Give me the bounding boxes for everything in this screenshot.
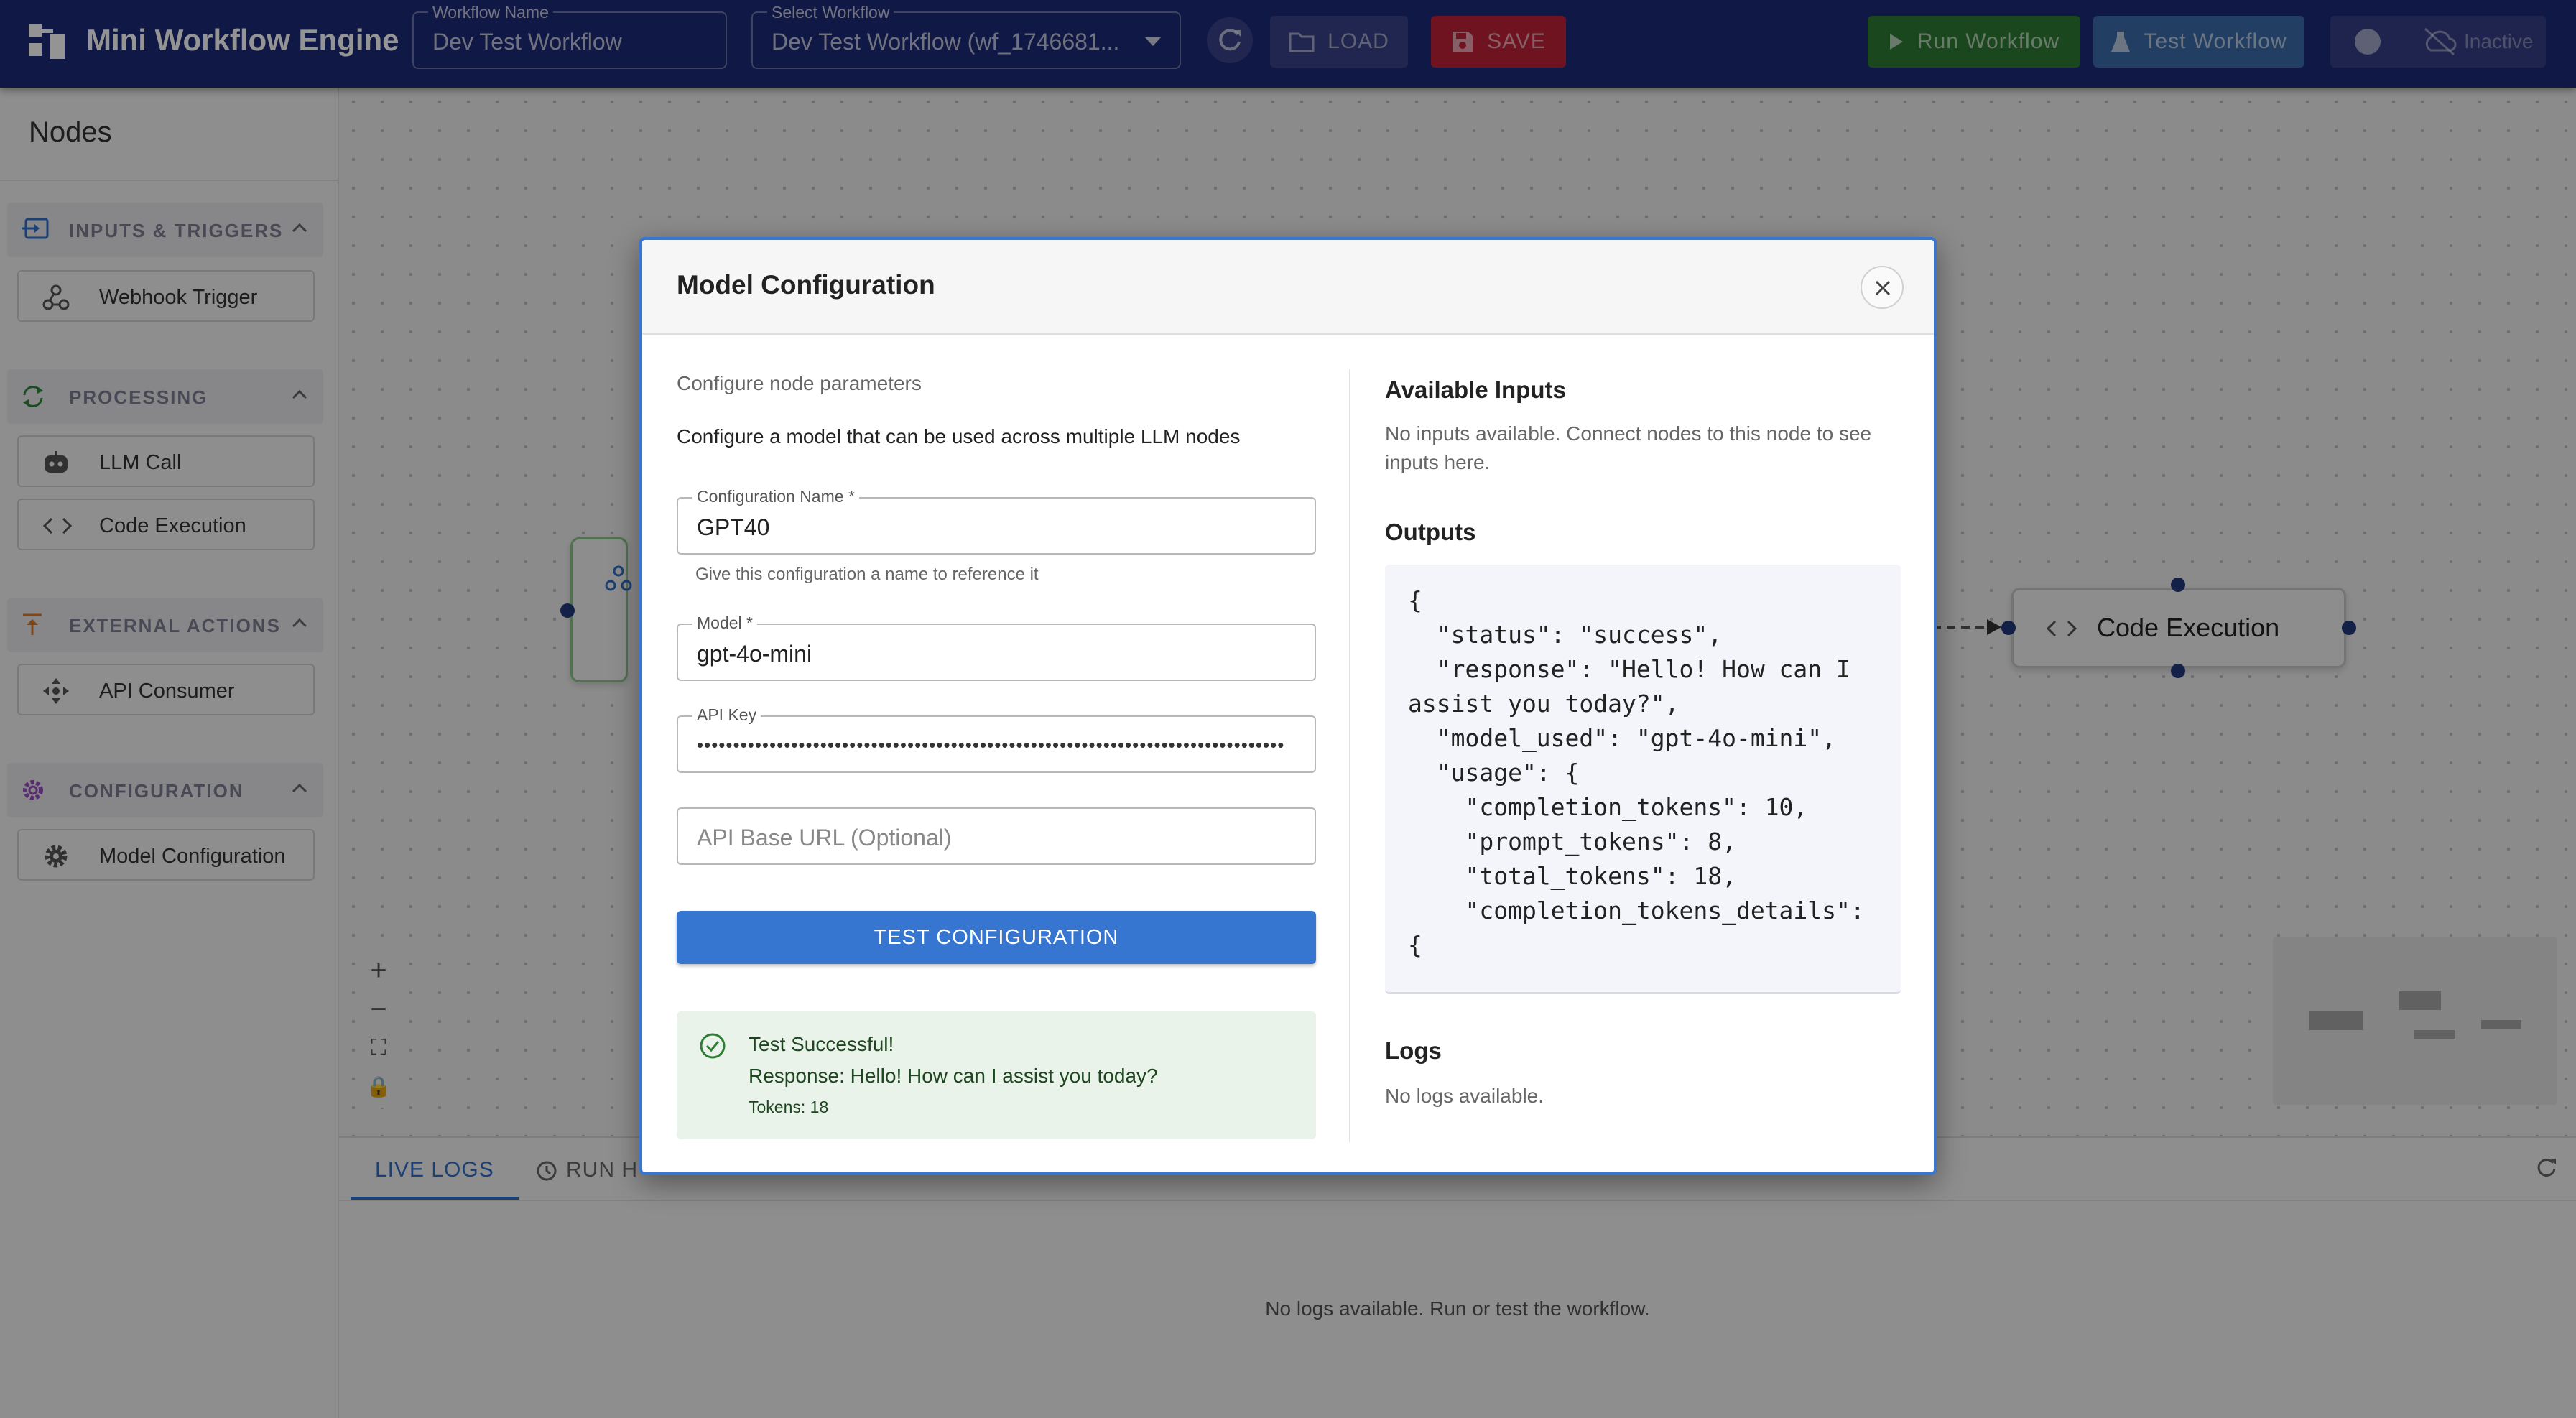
test-success-tokens: Tokens: 18 xyxy=(749,1098,829,1116)
dialog-title: Model Configuration xyxy=(677,270,935,300)
outputs-code-block[interactable]: { "status": "success", "response": "Hell… xyxy=(1385,565,1901,994)
check-circle-icon xyxy=(700,1033,726,1059)
api-key-label: API Key xyxy=(692,705,761,725)
dialog-header: Model Configuration xyxy=(642,240,1934,335)
outputs-json: { "status": "success", "response": "Hell… xyxy=(1408,586,1865,959)
available-inputs-text: No inputs available. Connect nodes to th… xyxy=(1385,422,1872,473)
test-success-alert: Test Successful! Response: Hello! How ca… xyxy=(677,1011,1316,1139)
dialog-column-divider xyxy=(1349,369,1350,1142)
dialog-subtitle: Configure node parameters xyxy=(677,372,922,394)
configuration-name-input[interactable]: GPT40 xyxy=(697,514,1300,541)
logs-text: No logs available. xyxy=(1385,1085,1544,1107)
model-input[interactable]: gpt-4o-mini xyxy=(697,641,1300,667)
test-success-title: Test Successful! xyxy=(749,1033,894,1055)
dialog-description: Configure a model that can be used acros… xyxy=(677,425,1241,448)
configuration-name-helper: Give this configuration a name to refere… xyxy=(695,565,1039,584)
model-field[interactable]: Model * gpt-4o-mini xyxy=(677,613,1316,681)
model-label: Model * xyxy=(692,613,757,633)
logs-title: Logs xyxy=(1385,1037,1442,1064)
outputs-title: Outputs xyxy=(1385,519,1476,545)
api-base-url-input[interactable]: API Base URL (Optional) xyxy=(697,825,1300,851)
api-key-field[interactable]: API Key ••••••••••••••••••••••••••••••••… xyxy=(677,705,1316,773)
available-inputs-title: Available Inputs xyxy=(1385,376,1566,403)
api-base-url-field[interactable]: API Base URL (Optional) xyxy=(677,807,1316,865)
close-icon xyxy=(1875,280,1891,296)
close-button[interactable] xyxy=(1861,266,1904,309)
test-configuration-button[interactable]: TEST CONFIGURATION xyxy=(677,911,1316,964)
configuration-name-field[interactable]: Configuration Name * GPT40 xyxy=(677,487,1316,555)
test-success-response: Response: Hello! How can I assist you to… xyxy=(749,1065,1158,1087)
model-configuration-dialog: Model Configuration Configure node param… xyxy=(639,237,1937,1175)
api-key-input[interactable]: ••••••••••••••••••••••••••••••••••••••••… xyxy=(697,734,1300,756)
configuration-name-label: Configuration Name * xyxy=(692,487,859,506)
